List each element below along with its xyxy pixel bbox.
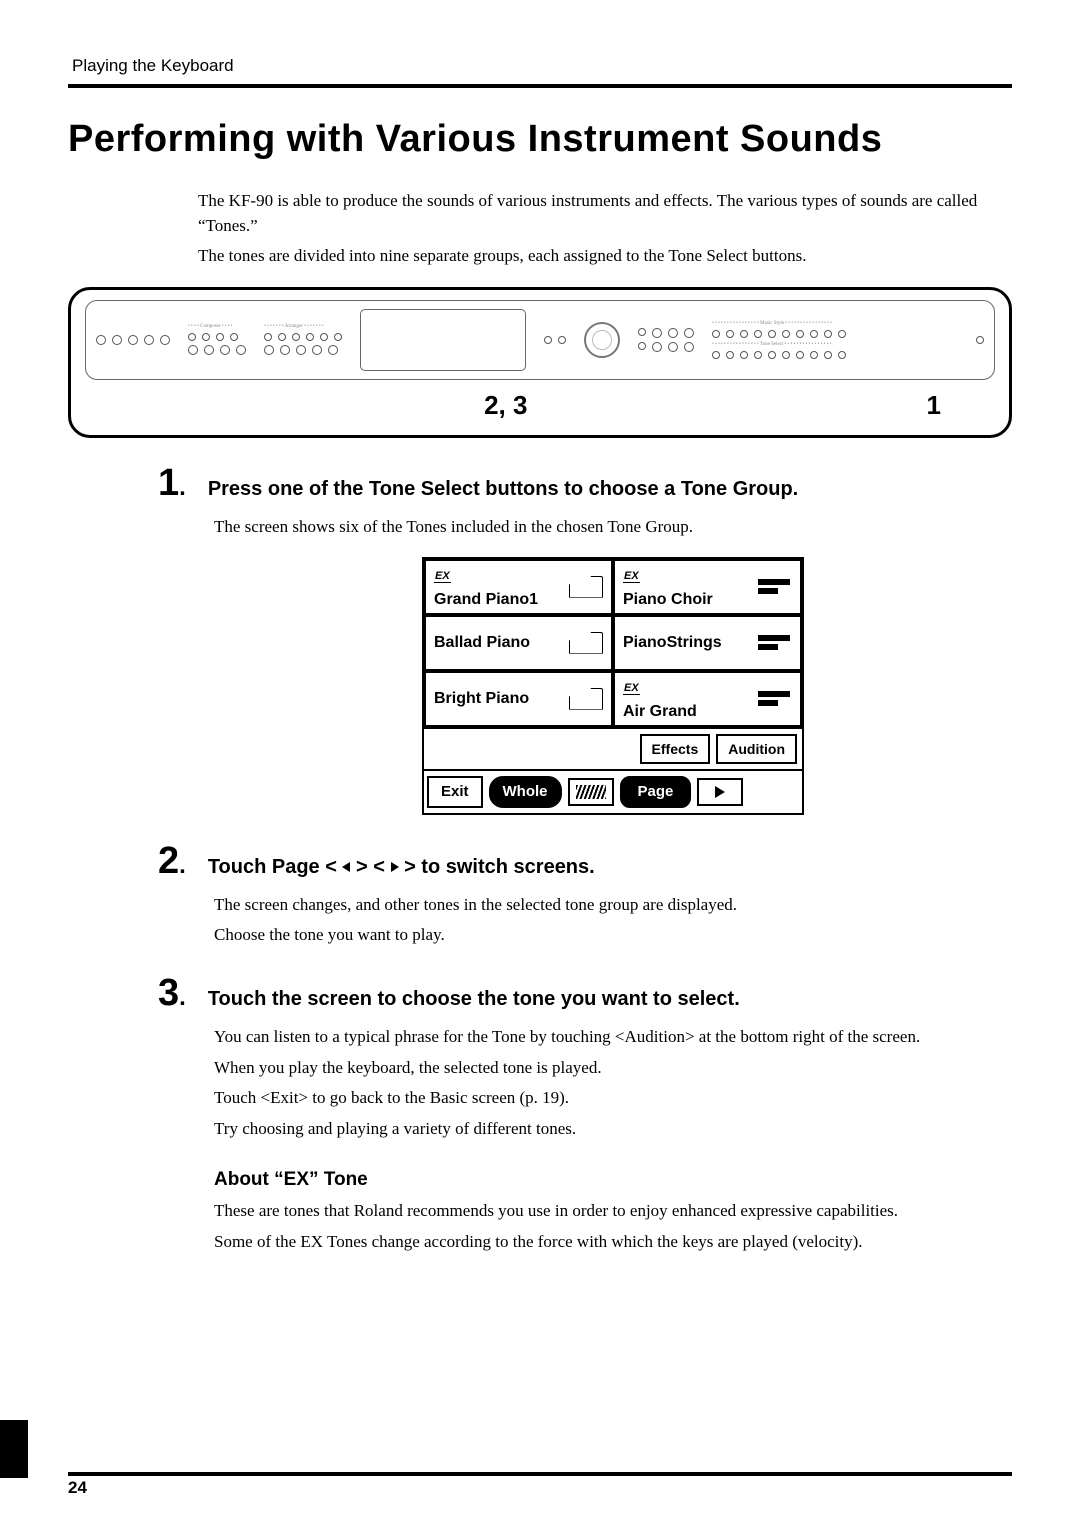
page-next-button	[697, 778, 743, 806]
panel-style-tone-group: • • • • • • • • • • • • • • • • Music St…	[712, 321, 958, 359]
footer-rule	[68, 1472, 1012, 1476]
ex-icon: EX	[623, 682, 640, 695]
tone-cell-piano-choir: EXPiano Choir	[613, 559, 802, 615]
page-number: 24	[68, 1478, 87, 1498]
step-1-number: 1.	[158, 462, 186, 505]
step-3-number: 3.	[158, 972, 186, 1015]
tone-cell-air-grand: EXAir Grand	[613, 671, 802, 727]
panel-arranger-group: • • • • • • • Arranger • • • • • • •	[264, 324, 342, 355]
running-head: Playing the Keyboard	[72, 56, 1012, 76]
audition-button: Audition	[716, 734, 797, 764]
whole-button: Whole	[489, 776, 562, 808]
tone-cell-bright-piano: Bright Piano	[424, 671, 613, 727]
bars-icon	[758, 579, 792, 594]
page-label: Page	[620, 776, 692, 808]
about-ex-body: These are tones that Roland recommends y…	[214, 1199, 1012, 1254]
step-3-body-4: Try choosing and playing a variety of di…	[214, 1117, 1012, 1142]
page-prev-button	[568, 778, 614, 806]
step-3: 3. Touch the screen to choose the tone y…	[158, 972, 1012, 1142]
panel-composer-group: • • • • Composer • • • •	[188, 324, 246, 355]
panel-onetouch-group	[638, 328, 694, 352]
step-3-title: Touch the screen to choose the tone you …	[208, 988, 740, 1011]
tone-cell-grand-piano1: EXGrand Piano1	[424, 559, 613, 615]
exit-button: Exit	[427, 776, 483, 808]
bars-icon	[758, 691, 792, 706]
step-2-body-1: The screen changes, and other tones in t…	[214, 893, 1012, 918]
ex-icon: EX	[434, 570, 451, 583]
step-3-body-3: Touch <Exit> to go back to the Basic scr…	[214, 1086, 1012, 1111]
step-2-body-2: Choose the tone you want to play.	[214, 923, 1012, 948]
keyboard-panel-inner: • • • • Composer • • • • • • • • • • • A…	[85, 300, 995, 380]
bars-icon	[758, 635, 792, 650]
step-2-title: Touch Page < > < > to switch screens.	[208, 856, 595, 879]
about-ex-p2: Some of the EX Tones change according to…	[214, 1230, 1012, 1255]
ex-icon: EX	[623, 570, 640, 583]
intro-block: The KF-90 is able to produce the sounds …	[198, 189, 1012, 269]
step-2: 2. Touch Page < > < > to switch screens.…	[158, 840, 1012, 948]
step-1-title: Press one of the Tone Select buttons to …	[208, 478, 798, 501]
intro-p1: The KF-90 is able to produce the sounds …	[198, 189, 1012, 238]
step-1-body-1: The screen shows six of the Tones includ…	[214, 515, 1012, 540]
thumb-tab	[0, 1420, 28, 1478]
triangle-right-icon	[715, 786, 725, 798]
panel-function	[976, 336, 984, 344]
piano-icon	[569, 576, 603, 598]
triangle-right-icon	[391, 862, 399, 872]
panel-ref-right: 1	[927, 390, 941, 421]
panel-ref-left: 2, 3	[85, 390, 927, 421]
tone-screen-figure: EXGrand Piano1 EXPiano Choir Ballad Pian…	[421, 556, 805, 816]
tone-cell-pianostrings: PianoStrings	[613, 615, 802, 671]
panel-value-dial-group	[544, 336, 566, 344]
keyboard-panel-figure: • • • • Composer • • • • • • • • • • • A…	[68, 287, 1012, 438]
about-ex-heading: About “EX” Tone	[214, 1169, 1012, 1191]
effects-button: Effects	[640, 734, 711, 764]
step-3-body-1: You can listen to a typical phrase for t…	[214, 1025, 1012, 1050]
step-2-number: 2.	[158, 840, 186, 883]
panel-lcd	[360, 309, 526, 371]
panel-left-knobs	[96, 335, 170, 345]
step-3-body-2: When you play the keyboard, the selected…	[214, 1056, 1012, 1081]
panel-dial	[584, 322, 620, 358]
page-title: Performing with Various Instrument Sound…	[68, 118, 1012, 161]
step-1: 1. Press one of the Tone Select buttons …	[158, 462, 1012, 816]
rule-top	[68, 84, 1012, 88]
about-ex-p1: These are tones that Roland recommends y…	[214, 1199, 1012, 1224]
piano-icon	[569, 632, 603, 654]
intro-p2: The tones are divided into nine separate…	[198, 244, 1012, 269]
tone-cell-ballad-piano: Ballad Piano	[424, 615, 613, 671]
piano-icon	[569, 688, 603, 710]
